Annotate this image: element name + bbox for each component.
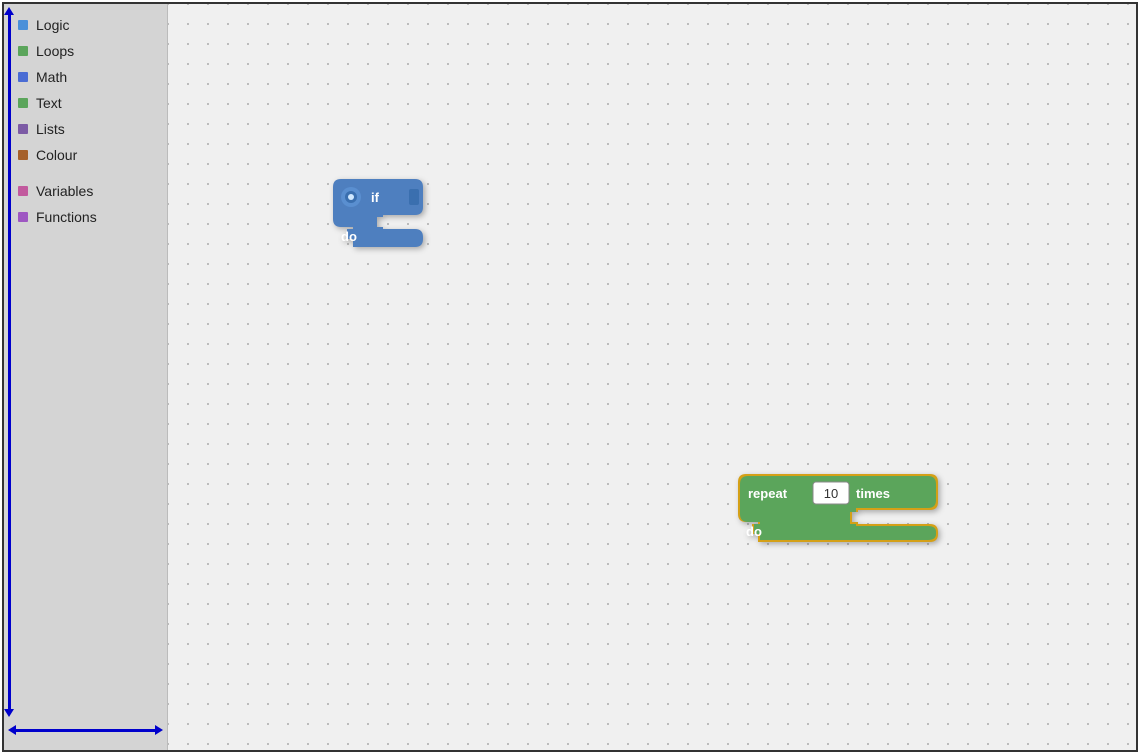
sidebar-spacer: [4, 168, 167, 178]
sidebar-label-lists: Lists: [36, 121, 65, 137]
svg-text:10: 10: [824, 486, 838, 501]
repeat-block[interactable]: repeat 10 times do: [738, 474, 938, 547]
lists-color-dot: [18, 124, 28, 134]
main-container: Logic Loops Math Text Lists Colour Varia…: [2, 2, 1138, 752]
canvas-area[interactable]: if do repeat 10 times: [168, 4, 1136, 750]
sidebar-item-functions[interactable]: Functions: [4, 204, 167, 230]
svg-text:repeat: repeat: [748, 486, 788, 501]
sidebar-label-logic: Logic: [36, 17, 69, 33]
if-block-svg: if do: [333, 179, 423, 247]
logic-color-dot: [18, 20, 28, 30]
sidebar-item-text[interactable]: Text: [4, 90, 167, 116]
sidebar-item-colour[interactable]: Colour: [4, 142, 167, 168]
if-block[interactable]: if do: [333, 179, 423, 252]
functions-color-dot: [18, 212, 28, 222]
sidebar-item-loops[interactable]: Loops: [4, 38, 167, 64]
sidebar-label-text: Text: [36, 95, 62, 111]
svg-text:do: do: [341, 229, 357, 244]
sidebar-item-variables[interactable]: Variables: [4, 178, 167, 204]
sidebar-label-loops: Loops: [36, 43, 74, 59]
sidebar: Logic Loops Math Text Lists Colour Varia…: [4, 4, 168, 750]
text-color-dot: [18, 98, 28, 108]
sidebar-item-lists[interactable]: Lists: [4, 116, 167, 142]
math-color-dot: [18, 72, 28, 82]
sidebar-label-colour: Colour: [36, 147, 77, 163]
loops-color-dot: [18, 46, 28, 56]
colour-color-dot: [18, 150, 28, 160]
svg-text:times: times: [856, 486, 890, 501]
repeat-block-svg: repeat 10 times do: [738, 474, 938, 542]
svg-text:do: do: [746, 524, 762, 539]
sidebar-label-functions: Functions: [36, 209, 97, 225]
sidebar-label-math: Math: [36, 69, 67, 85]
variables-color-dot: [18, 186, 28, 196]
sidebar-item-logic[interactable]: Logic: [4, 12, 167, 38]
svg-text:if: if: [371, 190, 380, 205]
sidebar-label-variables: Variables: [36, 183, 93, 199]
sidebar-item-math[interactable]: Math: [4, 64, 167, 90]
